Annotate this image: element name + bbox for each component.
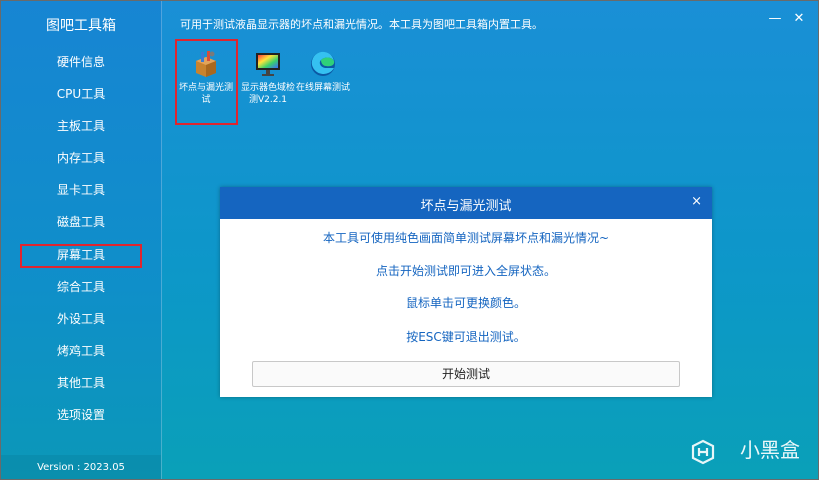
selected-tool-highlight [175,39,238,125]
sidebar-item-settings[interactable]: 选项设置 [1,403,161,427]
sidebar-item-peripheral-tools[interactable]: 外设工具 [1,307,161,331]
dialog-title: 坏点与漏光测试 [420,199,512,214]
sidebar-item-cpu-tools[interactable]: CPU工具 [1,82,161,106]
start-test-button[interactable]: 开始测试 [252,361,680,387]
tool-label: 显示器色域检测V2.2.1 [240,83,295,105]
close-button[interactable]: ✕ [791,11,807,26]
app-title: 图吧工具箱 [46,18,116,34]
minimize-button[interactable]: — [767,11,783,26]
sidebar-item-stress-tools[interactable]: 烤鸡工具 [1,339,161,363]
info-text: 可用于测试液晶显示器的坏点和漏光情况。本工具为图吧工具箱内置工具。 [180,18,543,31]
app-window: 图吧工具箱 硬件信息 CPU工具 主板工具 内存工具 显卡工具 磁盘工具 屏幕工… [0,0,819,480]
edge-browser-icon [308,49,338,79]
selected-item-highlight [20,244,142,268]
sidebar-item-hardware-info[interactable]: 硬件信息 [1,50,161,74]
sidebar-item-gpu-tools[interactable]: 显卡工具 [1,178,161,202]
sidebar-item-other-tools[interactable]: 其他工具 [1,371,161,395]
tool-online-screen-test[interactable]: 在线屏幕测试 [292,49,354,94]
watermark-text: 小黑盒 [740,438,800,462]
sidebar-item-memory-tools[interactable]: 内存工具 [1,146,161,170]
info-bar: 可用于测试液晶显示器的坏点和漏光情况。本工具为图吧工具箱内置工具。 [162,10,818,36]
sidebar-item-general-tools[interactable]: 综合工具 [1,275,161,299]
sidebar: 图吧工具箱 硬件信息 CPU工具 主板工具 内存工具 显卡工具 磁盘工具 屏幕工… [1,1,162,479]
tool-monitor-color-test[interactable]: 显示器色域检测V2.2.1 [237,49,299,106]
dialog-text-line: 鼠标单击可更换颜色。 [405,296,526,310]
sidebar-item-motherboard-tools[interactable]: 主板工具 [1,114,161,138]
dead-pixel-dialog: 坏点与漏光测试 × 本工具可使用纯色画面简单测试屏幕坏点和漏光情况~ 点击开始测… [220,187,712,397]
xiaoheihe-logo-icon [690,439,716,465]
dialog-close-button[interactable]: × [691,194,702,209]
dialog-header: 坏点与漏光测试 × [220,187,712,219]
sidebar-item-disk-tools[interactable]: 磁盘工具 [1,210,161,234]
dialog-text-line: 本工具可使用纯色画面简单测试屏幕坏点和漏光情况~ [322,231,610,245]
dialog-text-line: 按ESC键可退出测试。 [406,330,526,344]
monitor-color-icon [253,49,283,79]
version-label: Version : 2023.05 [37,462,125,473]
dialog-text-line: 点击开始测试即可进入全屏状态。 [375,264,556,278]
tool-label: 在线屏幕测试 [295,83,350,93]
